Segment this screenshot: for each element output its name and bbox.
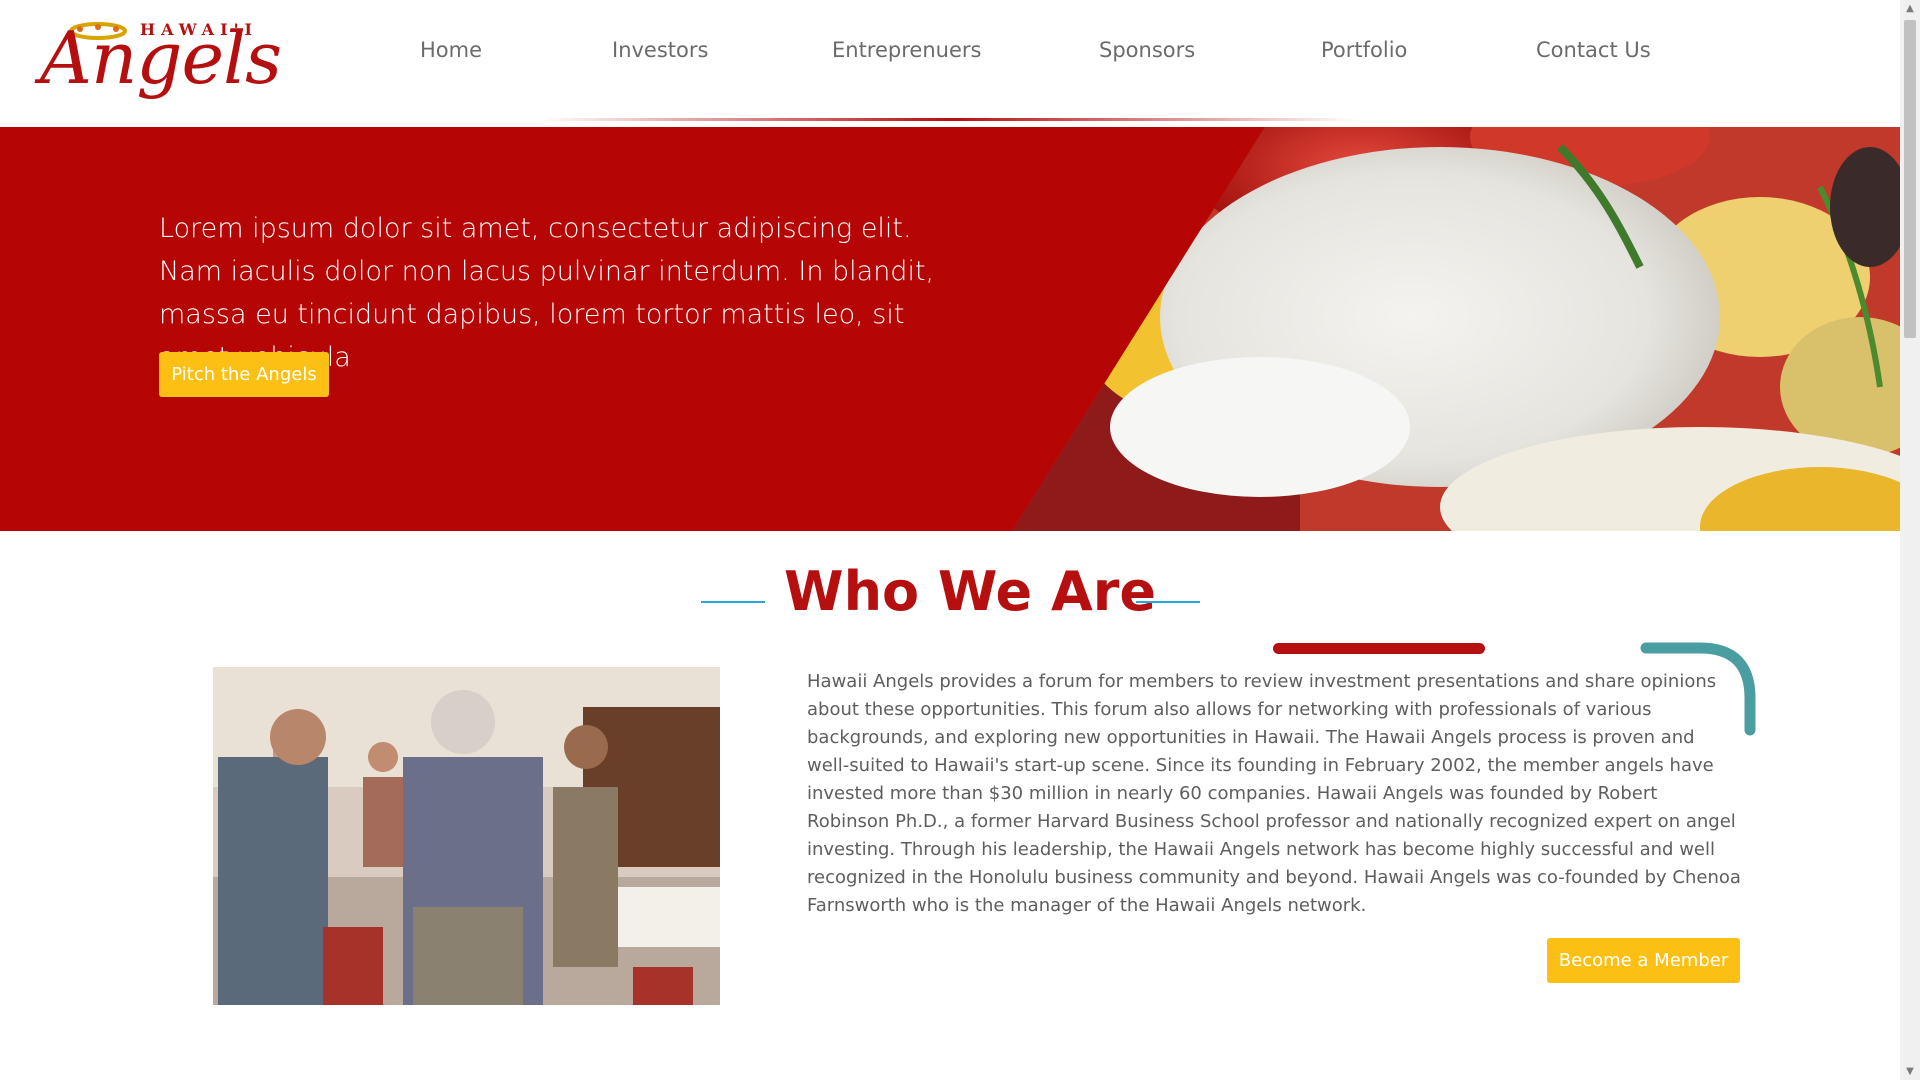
title-right-line xyxy=(1136,601,1200,603)
nav-investors[interactable]: Investors xyxy=(612,38,708,62)
scroll-down-arrow-icon[interactable]: ▼ xyxy=(1900,1063,1920,1080)
nav-contact-us[interactable]: Contact Us xyxy=(1536,38,1651,62)
site-header: HAWAI'I Angels Home Investors Entreprenu… xyxy=(0,0,1900,127)
nav-sponsors[interactable]: Sponsors xyxy=(1099,38,1195,62)
logo-main-text: Angels xyxy=(40,16,282,100)
hero-banner: Lorem ipsum dolor sit amet, consectetur … xyxy=(0,127,1900,531)
title-left-line xyxy=(701,601,765,603)
page: HAWAI'I Angels Home Investors Entreprenu… xyxy=(0,0,1900,1080)
scroll-up-arrow-icon[interactable]: ▲ xyxy=(1900,0,1920,17)
nav-entrepreneurs[interactable]: Entreprenuers xyxy=(832,38,981,62)
nav-portfolio[interactable]: Portfolio xyxy=(1321,38,1407,62)
vertical-scrollbar[interactable]: ▲ ▼ xyxy=(1900,0,1920,1080)
who-we-are-heading: Who We Are xyxy=(680,560,1220,640)
nav-home[interactable]: Home xyxy=(420,38,482,62)
team-networking-photo xyxy=(213,667,720,1005)
scrollbar-thumb[interactable] xyxy=(1904,20,1916,338)
section-title: Who We Are xyxy=(784,560,1157,623)
about-description: Hawaii Angels provides a forum for membe… xyxy=(807,671,1741,916)
hawaii-angels-logo[interactable]: HAWAI'I Angels xyxy=(40,12,330,98)
decorative-red-bar xyxy=(1273,643,1485,654)
become-a-member-button[interactable]: Become a Member xyxy=(1547,938,1740,983)
pitch-the-angels-button[interactable]: Pitch the Angels xyxy=(159,352,329,397)
nav-underline-divider xyxy=(540,118,1360,121)
